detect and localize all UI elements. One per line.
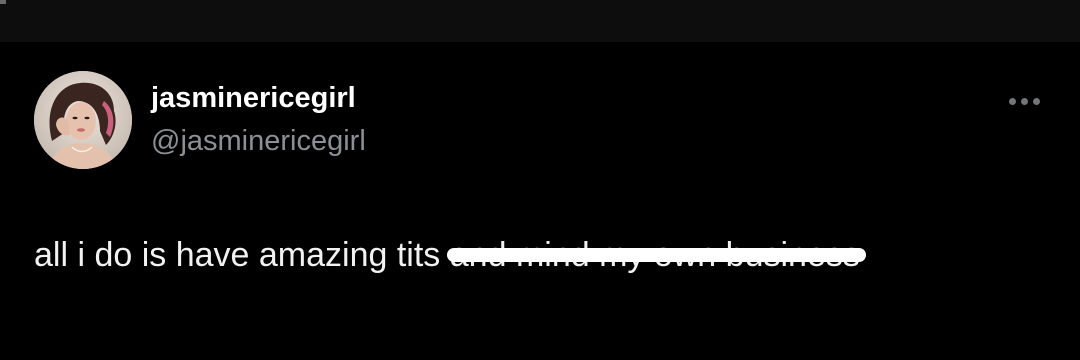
author-display-name[interactable]: jasminericegirl (151, 82, 356, 115)
scribble-strikeout (446, 248, 866, 262)
author-handle[interactable]: @jasminericegirl (151, 125, 366, 158)
post-text: all i do is have amazing tits and mind m… (34, 233, 866, 277)
more-options-button[interactable] (1000, 86, 1048, 116)
post-text-visible: all i do is have amazing tits (34, 236, 441, 274)
post-text-scribbled: and mind my own business (446, 233, 866, 277)
avatar[interactable] (34, 71, 132, 169)
top-bar (0, 0, 1080, 42)
profile-photo-icon (34, 71, 132, 169)
top-bar-edge-mark (0, 0, 6, 4)
more-horizontal-icon (1008, 97, 1040, 105)
